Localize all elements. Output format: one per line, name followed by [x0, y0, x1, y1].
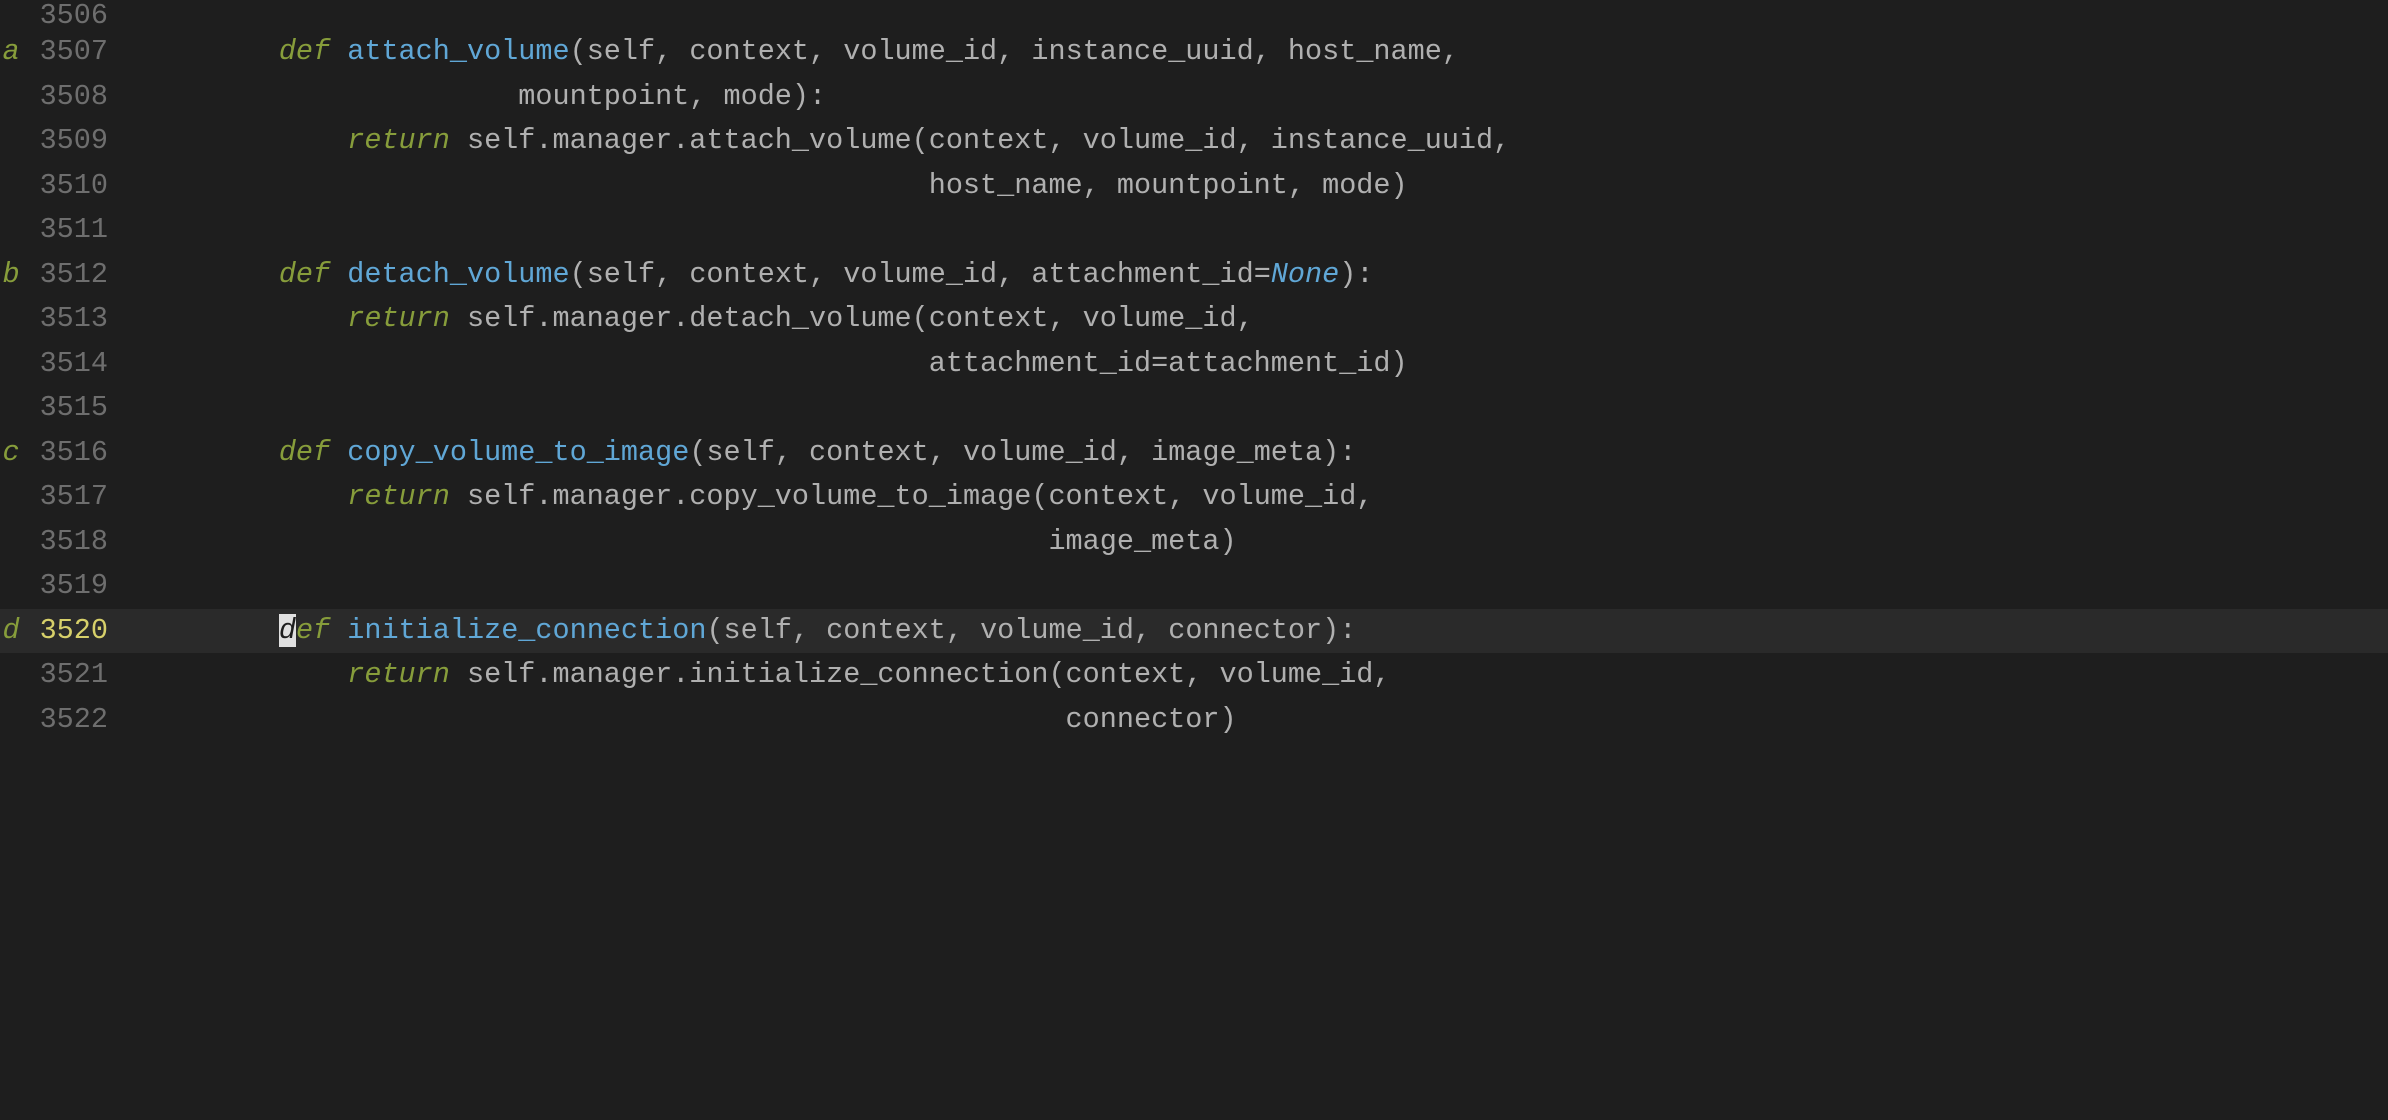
keyword-return: return: [347, 124, 450, 157]
code-line[interactable]: c 3516 def copy_volume_to_image(self, co…: [0, 431, 2388, 476]
code-line[interactable]: 3506: [0, 0, 2388, 30]
code-text: return self.manager.copy_volume_to_image…: [120, 475, 1373, 520]
code-line[interactable]: 3510 host_name, mountpoint, mode): [0, 164, 2388, 209]
line-number: 3509: [22, 119, 120, 164]
line-number: 3507: [22, 30, 120, 75]
code-line[interactable]: 3513 return self.manager.detach_volume(c…: [0, 297, 2388, 342]
code-line[interactable]: 3508 mountpoint, mode):: [0, 75, 2388, 120]
code-text: def copy_volume_to_image(self, context, …: [120, 431, 1356, 476]
keyword-return: return: [347, 658, 450, 691]
line-number-current: 3520: [22, 609, 120, 654]
code-line[interactable]: 3511: [0, 208, 2388, 253]
gutter-mark: d: [0, 609, 22, 654]
function-name: detach_volume: [347, 258, 569, 291]
code-editor[interactable]: 3506 a 3507 def attach_volume(self, cont…: [0, 0, 2388, 1120]
line-number: 3506: [22, 0, 120, 30]
line-number: 3515: [22, 386, 120, 431]
code-line[interactable]: a 3507 def attach_volume(self, context, …: [0, 30, 2388, 75]
keyword-return: return: [347, 480, 450, 513]
line-number: 3516: [22, 431, 120, 476]
code-line[interactable]: 3518 image_meta): [0, 520, 2388, 565]
code-text: def initialize_connection(self, context,…: [120, 609, 1356, 654]
code-line[interactable]: 3514 attachment_id=attachment_id): [0, 342, 2388, 387]
gutter-mark: b: [0, 253, 22, 298]
function-name: copy_volume_to_image: [347, 436, 689, 469]
code-text: host_name, mountpoint, mode): [120, 164, 1408, 209]
code-line[interactable]: 3519: [0, 564, 2388, 609]
code-text: return self.manager.detach_volume(contex…: [120, 297, 1254, 342]
literal-none: None: [1271, 258, 1339, 291]
function-name: initialize_connection: [347, 614, 706, 647]
code-text: def detach_volume(self, context, volume_…: [120, 253, 1373, 298]
keyword-return: return: [347, 302, 450, 335]
cursor-block: d: [279, 614, 296, 647]
code-line[interactable]: 3509 return self.manager.attach_volume(c…: [0, 119, 2388, 164]
code-text: def attach_volume(self, context, volume_…: [120, 30, 1459, 75]
code-text: image_meta): [120, 520, 1237, 565]
code-text: mountpoint, mode):: [120, 75, 826, 120]
keyword-def: def: [279, 436, 330, 469]
function-name: attach_volume: [347, 35, 569, 68]
line-number: 3512: [22, 253, 120, 298]
gutter-mark: a: [0, 30, 22, 75]
code-text: connector): [120, 698, 1237, 743]
code-line[interactable]: 3515: [0, 386, 2388, 431]
line-number: 3521: [22, 653, 120, 698]
code-text: attachment_id=attachment_id): [120, 342, 1408, 387]
line-number: 3517: [22, 475, 120, 520]
code-line[interactable]: 3522 connector): [0, 698, 2388, 743]
line-number: 3511: [22, 208, 120, 253]
line-number: 3514: [22, 342, 120, 387]
keyword-def: def: [279, 35, 330, 68]
line-number: 3518: [22, 520, 120, 565]
code-text: return self.manager.attach_volume(contex…: [120, 119, 1510, 164]
gutter-mark: c: [0, 431, 22, 476]
line-number: 3513: [22, 297, 120, 342]
code-line[interactable]: b 3512 def detach_volume(self, context, …: [0, 253, 2388, 298]
code-line-current[interactable]: d 3520 def initialize_connection(self, c…: [0, 609, 2388, 654]
code-text: return self.manager.initialize_connectio…: [120, 653, 1391, 698]
keyword-def: def: [279, 614, 330, 647]
code-line[interactable]: 3521 return self.manager.initialize_conn…: [0, 653, 2388, 698]
line-number: 3508: [22, 75, 120, 120]
line-number: 3510: [22, 164, 120, 209]
code-line[interactable]: 3517 return self.manager.copy_volume_to_…: [0, 475, 2388, 520]
line-number: 3519: [22, 564, 120, 609]
line-number: 3522: [22, 698, 120, 743]
keyword-def: def: [279, 258, 330, 291]
